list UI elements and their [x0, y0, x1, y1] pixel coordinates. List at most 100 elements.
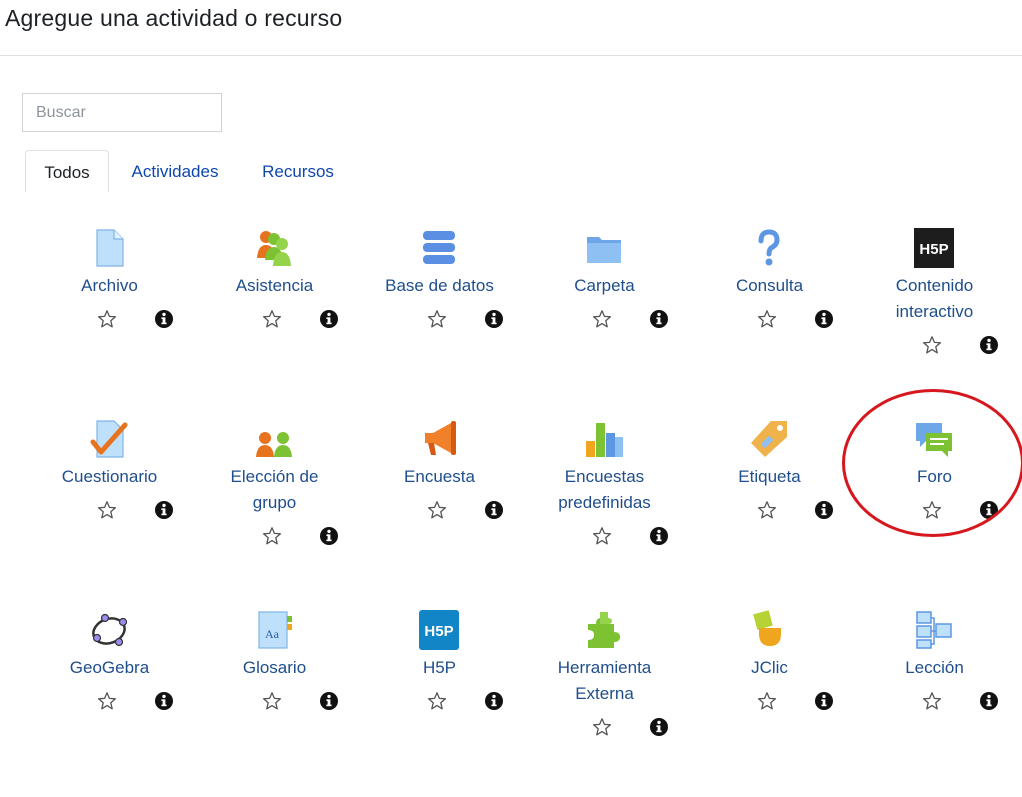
star-icon[interactable]	[262, 309, 282, 329]
star-icon[interactable]	[592, 526, 612, 546]
star-icon[interactable]	[97, 309, 117, 329]
attendance-icon[interactable]	[254, 228, 294, 268]
module-encuestas-predefinidas[interactable]: Encuestas predefinidas	[522, 419, 687, 559]
module-actions	[27, 309, 192, 329]
info-icon[interactable]	[814, 309, 834, 329]
info-icon[interactable]	[154, 500, 174, 520]
module-label[interactable]: Base de datos	[357, 273, 522, 299]
module-label[interactable]: Lección	[852, 655, 1017, 681]
info-icon[interactable]	[979, 500, 999, 520]
module-herramienta-externa[interactable]: Herramienta Externa	[522, 610, 687, 750]
module-etiqueta[interactable]: Etiqueta	[687, 419, 852, 559]
info-icon[interactable]	[319, 691, 339, 711]
module-label[interactable]: Elección de grupo	[192, 464, 357, 516]
module-label[interactable]: Consulta	[687, 273, 852, 299]
h5p-blue-icon[interactable]: H5P	[419, 610, 459, 650]
module-label[interactable]: Cuestionario	[27, 464, 192, 490]
module-actions	[192, 309, 357, 329]
module-glosario[interactable]: Aa Glosario	[192, 610, 357, 750]
module-label[interactable]: Carpeta	[522, 273, 687, 299]
info-icon[interactable]	[484, 691, 504, 711]
module-label[interactable]: Foro	[852, 464, 1017, 490]
geogebra-icon[interactable]	[89, 610, 129, 650]
megaphone-icon[interactable]	[419, 419, 459, 459]
h5p-black-icon[interactable]: H5P	[914, 228, 954, 268]
star-icon[interactable]	[922, 335, 942, 355]
star-icon[interactable]	[922, 500, 942, 520]
module-label[interactable]: Glosario	[192, 655, 357, 681]
module-label-line: predefinidas	[558, 493, 651, 512]
question-icon[interactable]	[749, 228, 789, 268]
info-icon[interactable]	[979, 691, 999, 711]
module-cuestionario[interactable]: Cuestionario	[27, 419, 192, 559]
module-leccion[interactable]: Lección	[852, 610, 1017, 750]
module-contenido-interactivo[interactable]: H5P Contenido interactivo	[852, 228, 1017, 368]
star-icon[interactable]	[427, 500, 447, 520]
module-consulta[interactable]: Consulta	[687, 228, 852, 368]
info-icon[interactable]	[154, 309, 174, 329]
module-carpeta[interactable]: Carpeta	[522, 228, 687, 368]
module-label[interactable]: Asistencia	[192, 273, 357, 299]
module-label[interactable]: Encuestas predefinidas	[522, 464, 687, 516]
module-jclic[interactable]: JClic	[687, 610, 852, 750]
svg-text:H5P: H5P	[919, 241, 948, 258]
module-label[interactable]: Contenido interactivo	[852, 273, 1017, 325]
module-label[interactable]: JClic	[687, 655, 852, 681]
folder-icon[interactable]	[584, 228, 624, 268]
lesson-icon[interactable]	[914, 610, 954, 650]
module-h5p[interactable]: H5P H5P	[357, 610, 522, 750]
star-icon[interactable]	[757, 309, 777, 329]
module-archivo[interactable]: Archivo	[27, 228, 192, 368]
star-icon[interactable]	[97, 500, 117, 520]
module-label[interactable]: Etiqueta	[687, 464, 852, 490]
module-base-de-datos[interactable]: Base de datos	[357, 228, 522, 368]
info-icon[interactable]	[649, 309, 669, 329]
info-icon[interactable]	[979, 335, 999, 355]
glossary-icon[interactable]: Aa	[254, 610, 294, 650]
info-icon[interactable]	[649, 717, 669, 737]
forum-icon[interactable]	[914, 419, 954, 459]
module-label[interactable]: GeoGebra	[27, 655, 192, 681]
label-tag-icon[interactable]	[749, 419, 789, 459]
survey-chart-icon[interactable]	[584, 419, 624, 459]
module-geogebra[interactable]: GeoGebra	[27, 610, 192, 750]
star-icon[interactable]	[757, 691, 777, 711]
module-label-line: Externa	[575, 684, 634, 703]
info-icon[interactable]	[814, 500, 834, 520]
database-icon[interactable]	[419, 228, 459, 268]
info-icon[interactable]	[814, 691, 834, 711]
module-label[interactable]: H5P	[357, 655, 522, 681]
module-label[interactable]: Herramienta Externa	[522, 655, 687, 707]
star-icon[interactable]	[262, 526, 282, 546]
module-label-line: interactivo	[895, 302, 974, 321]
info-icon[interactable]	[649, 526, 669, 546]
info-icon[interactable]	[154, 691, 174, 711]
star-icon[interactable]	[592, 717, 612, 737]
info-icon[interactable]	[319, 526, 339, 546]
quiz-icon[interactable]	[89, 419, 129, 459]
star-icon[interactable]	[592, 309, 612, 329]
puzzle-icon[interactable]	[584, 610, 624, 650]
module-asistencia[interactable]: Asistencia	[192, 228, 357, 368]
info-icon[interactable]	[319, 309, 339, 329]
module-actions	[192, 691, 357, 711]
module-foro[interactable]: Foro	[852, 419, 1017, 559]
star-icon[interactable]	[97, 691, 117, 711]
jclic-icon[interactable]	[749, 610, 789, 650]
info-icon[interactable]	[484, 309, 504, 329]
star-icon[interactable]	[757, 500, 777, 520]
module-eleccion-de-grupo[interactable]: Elección de grupo	[192, 419, 357, 559]
group-choice-icon[interactable]	[254, 419, 294, 459]
module-actions	[522, 526, 687, 546]
file-icon[interactable]	[89, 228, 129, 268]
module-label[interactable]: Archivo	[27, 273, 192, 299]
module-grid: Archivo Asistencia Base de datos Carpeta Con…	[0, 0, 1022, 797]
info-icon[interactable]	[484, 500, 504, 520]
module-label[interactable]: Encuesta	[357, 464, 522, 490]
module-actions	[687, 309, 852, 329]
star-icon[interactable]	[427, 691, 447, 711]
module-encuesta[interactable]: Encuesta	[357, 419, 522, 559]
star-icon[interactable]	[427, 309, 447, 329]
star-icon[interactable]	[922, 691, 942, 711]
star-icon[interactable]	[262, 691, 282, 711]
